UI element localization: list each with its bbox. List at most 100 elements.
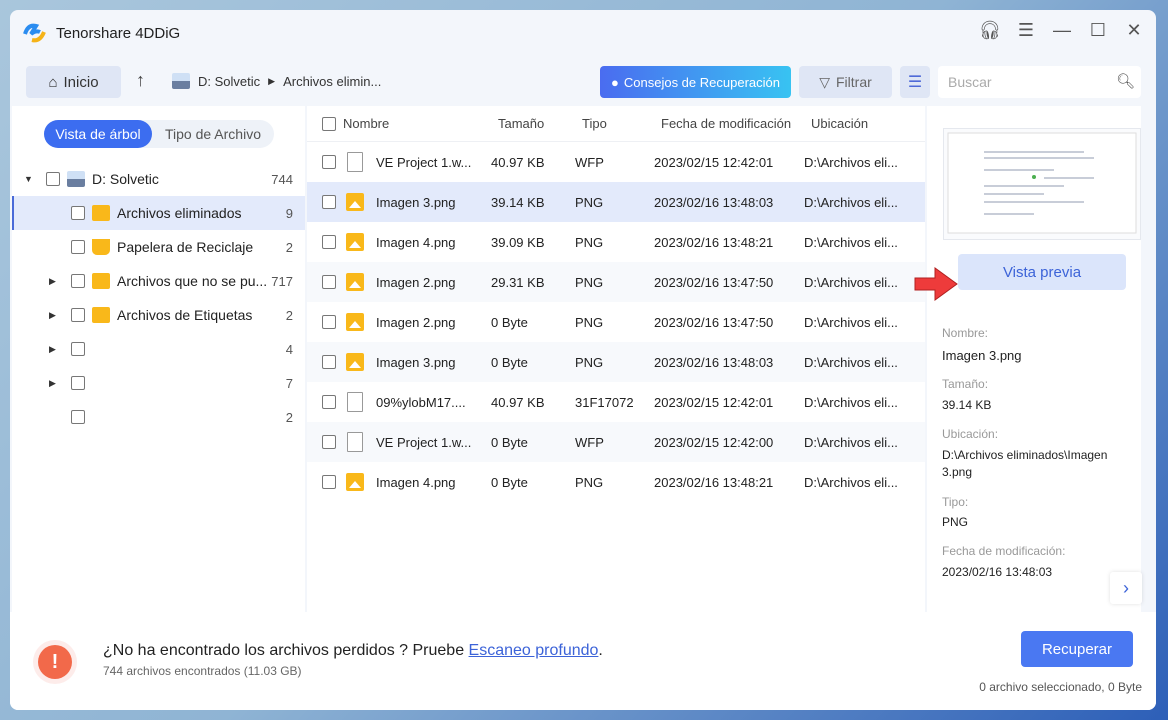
folder-icon (92, 307, 110, 323)
row-checkbox[interactable] (322, 195, 336, 209)
row-checkbox[interactable] (322, 235, 336, 249)
table-row[interactable]: VE Project 1.w... 40.97 KB WFP 2023/02/1… (307, 142, 925, 182)
close-icon[interactable]: ✕ (1124, 20, 1144, 40)
expand-icon[interactable]: ▶ (49, 276, 56, 287)
file-name: Imagen 3.png (376, 354, 456, 370)
file-type: PNG (575, 234, 604, 250)
row-checkbox[interactable] (322, 395, 336, 409)
drive-icon (172, 73, 190, 89)
list-view-button[interactable]: ☰ (900, 66, 930, 98)
name-value: Imagen 3.png (942, 348, 1022, 363)
search-input[interactable] (938, 66, 1141, 98)
row-checkbox[interactable] (322, 355, 336, 369)
table-row[interactable]: Imagen 4.png 0 Byte PNG 2023/02/16 13:48… (307, 462, 925, 502)
up-arrow-icon[interactable]: ↑ (136, 70, 145, 91)
file-location: D:\Archivos eli... (804, 354, 898, 370)
breadcrumb-item[interactable]: Archivos elimin... (283, 74, 381, 89)
checkbox[interactable] (71, 376, 85, 390)
checkbox[interactable] (71, 410, 85, 424)
tree-item-count: 744 (271, 171, 293, 187)
checkbox[interactable] (71, 308, 85, 322)
expand-icon[interactable]: ▶ (49, 378, 56, 389)
expand-icon[interactable]: ▼ (24, 174, 33, 184)
home-button[interactable]: ⌂ Inicio (26, 66, 121, 98)
column-location[interactable]: Ubicación (811, 116, 868, 131)
table-row[interactable]: VE Project 1.w... 0 Byte WFP 2023/02/15 … (307, 422, 925, 462)
table-row[interactable]: Imagen 3.png 39.14 KB PNG 2023/02/16 13:… (307, 182, 925, 222)
deep-scan-link[interactable]: Escaneo profundo (469, 642, 599, 659)
file-name: Imagen 4.png (376, 234, 456, 250)
tree-item[interactable]: 2 (12, 400, 305, 434)
file-size: 40.97 KB (491, 394, 545, 410)
breadcrumb-item[interactable]: D: Solvetic (198, 74, 260, 89)
file-location: D:\Archivos eli... (804, 234, 898, 250)
row-checkbox[interactable] (322, 475, 336, 489)
row-checkbox[interactable] (322, 155, 336, 169)
tree-item-label: Archivos que no se pu... (117, 273, 268, 289)
table-row[interactable]: Imagen 3.png 0 Byte PNG 2023/02/16 13:48… (307, 342, 925, 382)
tree-item-unrecognized[interactable]: ▶ Archivos que no se pu... 717 (12, 264, 305, 298)
tree-item-deleted-files[interactable]: Archivos eliminados 9 (12, 196, 305, 230)
recover-button[interactable]: Recuperar (1021, 631, 1133, 667)
file-location: D:\Archivos eli... (804, 194, 898, 210)
size-value: 39.14 KB (942, 398, 992, 412)
column-name[interactable]: Nombre (343, 116, 389, 131)
checkbox[interactable] (71, 274, 85, 288)
tab-tree-view[interactable]: Vista de árbol (44, 120, 152, 148)
home-label: Inicio (63, 73, 99, 91)
file-location: D:\Archivos eli... (804, 394, 898, 410)
minimize-icon[interactable]: — (1052, 20, 1072, 40)
file-date: 2023/02/16 13:48:03 (654, 354, 774, 370)
tree-item-count: 2 (285, 239, 293, 255)
headset-icon[interactable]: 🎧︎ (979, 20, 1002, 40)
search-icon[interactable]: 🔍︎ (1116, 72, 1135, 90)
robot-icon: ● (611, 74, 619, 90)
checkbox[interactable] (71, 206, 85, 220)
table-row[interactable]: Imagen 2.png 29.31 KB PNG 2023/02/16 13:… (307, 262, 925, 302)
file-size: 0 Byte (491, 474, 528, 490)
tree-item-recycle-bin[interactable]: Papelera de Reciclaje 2 (12, 230, 305, 264)
details-panel: Vista previa Nombre: Imagen 3.png Tamaño… (914, 106, 1142, 612)
image-file-icon (346, 353, 364, 371)
select-all-checkbox[interactable] (322, 116, 336, 131)
row-checkbox[interactable] (322, 435, 336, 449)
table-row[interactable]: Imagen 4.png 39.09 KB PNG 2023/02/16 13:… (307, 222, 925, 262)
preview-button[interactable]: Vista previa (958, 254, 1126, 290)
tree-item-drive[interactable]: ▼ D: Solvetic 744 (12, 162, 305, 196)
table-row[interactable]: 09%ylobM17.... 40.97 KB 31F17072 2023/02… (307, 382, 925, 422)
next-button[interactable]: › (1110, 572, 1142, 604)
menu-icon[interactable]: ☰ (1016, 20, 1036, 40)
row-checkbox[interactable] (322, 315, 336, 329)
column-size[interactable]: Tamaño (498, 116, 544, 131)
maximize-icon[interactable]: ☐ (1088, 20, 1108, 40)
filter-label: Filtrar (836, 74, 872, 90)
checkbox[interactable] (71, 240, 85, 254)
file-size: 0 Byte (491, 354, 528, 370)
file-location: D:\Archivos eli... (804, 154, 898, 170)
row-checkbox[interactable] (322, 275, 336, 289)
tree-item-tags[interactable]: ▶ Archivos de Etiquetas 2 (12, 298, 305, 332)
table-row[interactable]: Imagen 2.png 0 Byte PNG 2023/02/16 13:47… (307, 302, 925, 342)
tree-item[interactable]: ▶ 7 (12, 366, 305, 400)
tab-file-type[interactable]: Tipo de Archivo (152, 120, 274, 148)
file-type: PNG (575, 474, 604, 490)
file-type: PNG (575, 274, 604, 290)
tree-item[interactable]: ▶ 4 (12, 332, 305, 366)
column-date[interactable]: Fecha de modificación (661, 116, 791, 131)
tree-item-label: Archivos de Etiquetas (117, 307, 253, 323)
checkbox[interactable] (46, 172, 60, 186)
checkbox[interactable] (71, 342, 85, 356)
column-type[interactable]: Tipo (582, 116, 607, 131)
expand-icon[interactable]: ▶ (49, 310, 56, 321)
file-type: 31F17072 (575, 394, 634, 410)
tips-label: Consejos de Recuperación (623, 74, 780, 90)
name-label: Nombre: (942, 326, 989, 340)
expand-icon[interactable]: ▶ (49, 344, 56, 355)
not-found-message: ¿No ha encontrado los archivos perdidos … (103, 642, 603, 660)
recovery-tips-button[interactable]: ● Consejos de Recuperación (600, 66, 791, 98)
app-title: Tenorshare 4DDiG (56, 24, 181, 42)
filter-button[interactable]: ▽ Filtrar (799, 66, 892, 98)
file-type: PNG (575, 194, 604, 210)
file-date: 2023/02/15 12:42:01 (654, 154, 774, 170)
file-date: 2023/02/15 12:42:00 (654, 434, 774, 450)
